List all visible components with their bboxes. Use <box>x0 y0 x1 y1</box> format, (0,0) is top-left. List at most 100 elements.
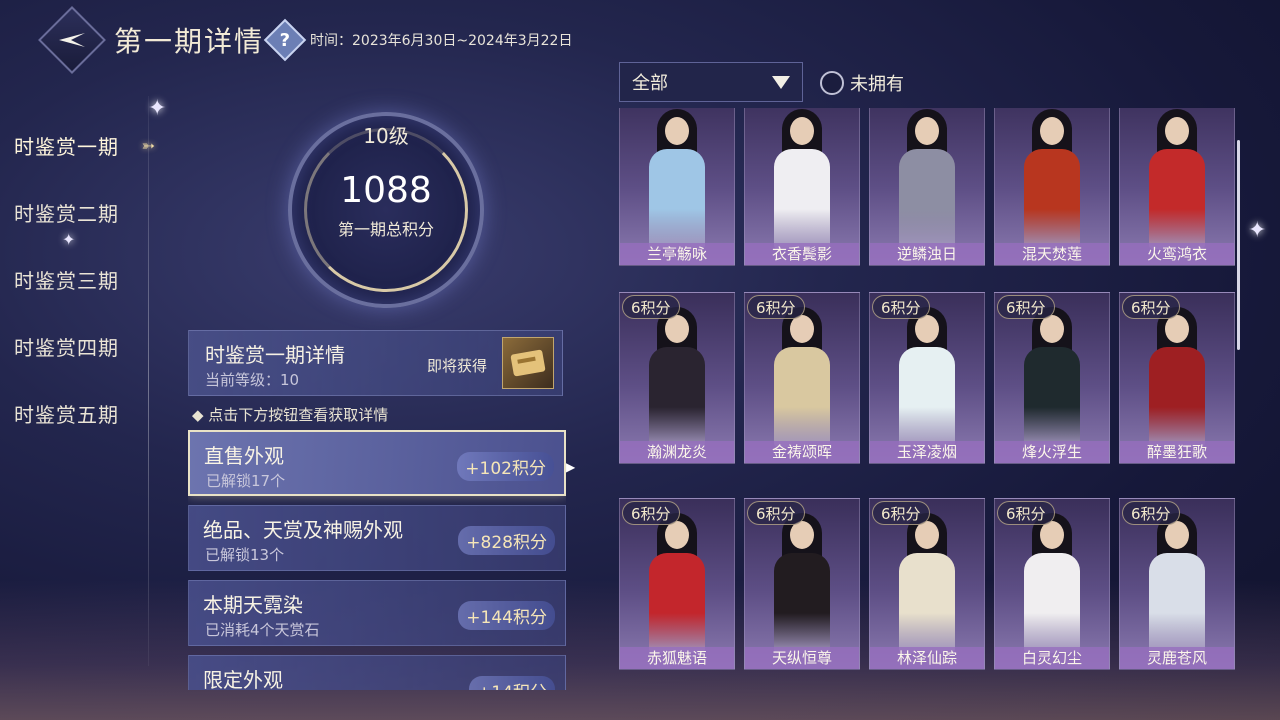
character-figure <box>1147 307 1207 447</box>
outfit-name: 白灵幻尘 <box>995 647 1109 669</box>
outfit-points: 6积分 <box>1122 501 1180 525</box>
task-title: 直售外观 <box>204 444 284 468</box>
question-icon: ? <box>279 29 291 51</box>
radio-icon <box>820 71 844 95</box>
outfit-card[interactable]: 6积分醉墨狂歌 <box>1119 292 1235 464</box>
nav-item-period-2[interactable]: 时鉴赏二期 <box>0 179 150 246</box>
character-head <box>665 521 689 549</box>
character-head <box>665 315 689 343</box>
outfit-card[interactable]: 6积分 金祷颂晖 <box>744 292 860 464</box>
character-figure <box>1022 109 1082 249</box>
character-figure <box>772 307 832 447</box>
character-head <box>790 315 814 343</box>
outfit-name: 火鸾鸿衣 <box>1120 243 1234 265</box>
character-outfit <box>1024 553 1080 653</box>
outfit-name: 衣香鬓影 <box>745 243 859 265</box>
outfit-card[interactable]: 6积分林泽仙踪 <box>869 498 985 670</box>
outfit-card[interactable]: 6积分 天纵恒尊 <box>744 498 860 670</box>
character-outfit <box>1024 347 1080 447</box>
outfit-card[interactable]: 6积分 烽火浮生 <box>994 292 1110 464</box>
outfit-points: 6积分 <box>872 295 930 319</box>
outfit-card[interactable]: 6积分 灵鹿苍风 <box>1119 498 1235 670</box>
outfit-name: 逆鳞浊日 <box>870 243 984 265</box>
character-outfit <box>1149 347 1205 447</box>
task-points: +144积分 <box>458 601 555 630</box>
character-figure <box>1022 513 1082 653</box>
help-button[interactable]: ? <box>263 18 307 62</box>
task-sub: 已解锁13个 <box>205 546 285 564</box>
character-figure <box>1147 109 1207 249</box>
outfit-name: 兰亭觞咏 <box>620 243 734 265</box>
upcoming-reward-label: 即将获得 <box>427 357 488 375</box>
nav-item-period-5[interactable]: 时鉴赏五期 <box>0 380 150 447</box>
nav-item-period-1[interactable]: 时鉴赏一期 ➳ <box>0 112 155 179</box>
outfit-card[interactable]: 6积分玉泽凌烟 <box>869 292 985 464</box>
character-head <box>1165 117 1189 145</box>
grid-scrollbar[interactable] <box>1237 140 1240 350</box>
task-item-direct-sale[interactable]: 直售外观 已解锁17个 +102积分 <box>188 430 566 496</box>
filter-dropdown[interactable]: 全部 <box>619 62 803 102</box>
outfit-points: 6积分 <box>872 501 930 525</box>
nav-item-label: 时鉴赏三期 <box>14 269 119 293</box>
selected-arrow-icon: ▶ <box>566 460 576 474</box>
nav-item-period-4[interactable]: 时鉴赏四期 <box>0 313 150 380</box>
nav-item-label: 时鉴赏二期 <box>14 202 119 226</box>
outfit-points: 6积分 <box>747 295 805 319</box>
outfit-points: 6积分 <box>1122 295 1180 319</box>
current-level: 当前等级：10 <box>205 371 300 389</box>
character-outfit <box>899 347 955 447</box>
character-head <box>790 117 814 145</box>
task-title: 限定外观 <box>203 668 283 690</box>
page-title: 第一期详情 <box>114 25 265 58</box>
outfit-card[interactable]: 6积分 赤狐魅语 <box>619 498 735 670</box>
hint-text: ◆ 点击下方按钮查看获取详情 <box>192 406 389 424</box>
reward-item[interactable] <box>502 337 554 389</box>
character-outfit <box>774 553 830 653</box>
character-figure <box>647 109 707 249</box>
detail-title: 时鉴赏一期详情 <box>205 343 345 367</box>
back-arrow-icon <box>59 33 85 47</box>
outfit-card[interactable]: 衣香鬓影 <box>744 108 860 266</box>
total-score: 1088 <box>340 170 432 211</box>
outfit-grid: 兰亭觞咏 衣香鬓影 逆鳞浊日 混天焚莲 火鸾鸿衣 6积分 瀚渊龙炎 6积分 金祷颂晖 6积分 玉泽凌… <box>619 108 1237 686</box>
task-item-limited[interactable]: 限定外观 +14积分 <box>188 655 566 690</box>
nav-item-label: 时鉴赏五期 <box>14 403 119 427</box>
not-owned-toggle[interactable]: 未拥有 <box>820 70 904 96</box>
character-figure <box>772 109 832 249</box>
task-points: +828积分 <box>458 526 555 555</box>
outfit-name: 林泽仙踪 <box>870 647 984 669</box>
character-figure <box>897 307 957 447</box>
back-button[interactable] <box>38 6 106 74</box>
task-title: 绝品、天赏及神赐外观 <box>203 518 403 542</box>
outfit-name: 玉泽凌烟 <box>870 441 984 463</box>
outfit-points: 6积分 <box>997 295 1055 319</box>
outfit-name: 赤狐魅语 <box>620 647 734 669</box>
character-head <box>915 117 939 145</box>
outfit-name: 醉墨狂歌 <box>1120 441 1234 463</box>
outfit-card[interactable]: 混天焚莲 <box>994 108 1110 266</box>
character-figure <box>647 513 707 653</box>
outfit-name: 混天焚莲 <box>995 243 1109 265</box>
period-nav: 时鉴赏一期 ➳ 时鉴赏二期 时鉴赏三期 时鉴赏四期 时鉴赏五期 <box>0 112 155 447</box>
character-outfit <box>1149 553 1205 653</box>
outfit-card[interactable]: 火鸾鸿衣 <box>1119 108 1235 266</box>
outfit-points: 6积分 <box>622 295 680 319</box>
time-value: 2023年6月30日~2024年3月22日 <box>352 33 573 49</box>
task-title: 本期天霓染 <box>203 593 303 617</box>
outfit-points: 6积分 <box>997 501 1055 525</box>
not-owned-label: 未拥有 <box>850 74 904 95</box>
outfit-card[interactable]: 兰亭觞咏 <box>619 108 735 266</box>
outfit-card[interactable]: 逆鳞浊日 <box>869 108 985 266</box>
task-item-dye[interactable]: 本期天霓染 已消耗4个天赏石 +144积分 <box>188 580 566 646</box>
nav-item-period-3[interactable]: 时鉴赏三期 <box>0 246 150 313</box>
character-outfit <box>1149 149 1205 249</box>
task-item-premium[interactable]: 绝品、天赏及神赐外观 已解锁13个 +828积分 <box>188 505 566 571</box>
outfit-card[interactable]: 6积分 瀚渊龙炎 <box>619 292 735 464</box>
character-figure <box>647 307 707 447</box>
outfit-card[interactable]: 6积分白灵幻尘 <box>994 498 1110 670</box>
filter-selected: 全部 <box>632 73 668 94</box>
score-ring: 10级 1088 第一期总积分 <box>288 112 484 308</box>
character-outfit <box>774 347 830 447</box>
task-points: +102积分 <box>457 452 554 481</box>
character-outfit <box>899 553 955 653</box>
